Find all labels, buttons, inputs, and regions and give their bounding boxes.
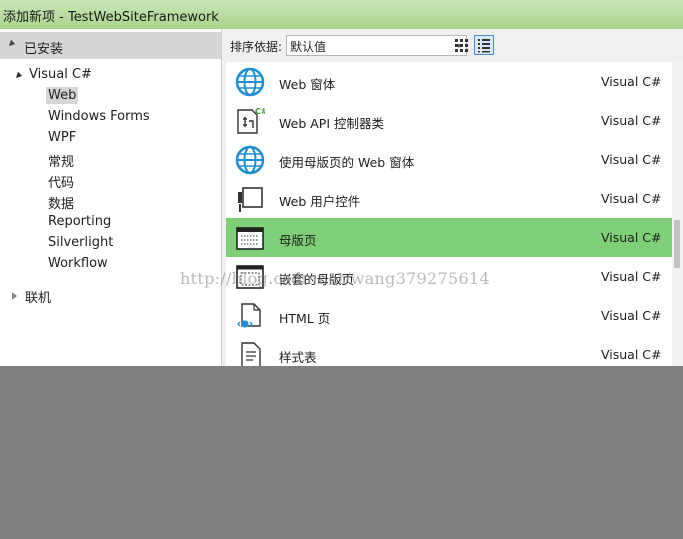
sort-toolbar: 排序依据: 默认值 [222,29,683,60]
tree-item-workflow[interactable]: Workflow [48,256,108,271]
tree-item-general[interactable]: 常规 [48,151,74,170]
item-type: Visual C# [601,152,662,167]
tree-item-label: Visual C# [29,67,92,82]
add-new-item-dialog: 添加新项 - TestWebSiteFramework 已安装 Visual C… [0,0,683,366]
grid-view-icon [455,39,468,52]
list-item[interactable]: 使用母版页的 Web 窗体 Visual C# [226,140,672,179]
scrollbar-thumb[interactable] [674,220,680,268]
tree-item-label: Web [46,87,79,104]
tree-item-web[interactable]: Web [46,87,79,104]
item-name: Web API 控制器类 [279,116,384,131]
item-type: Visual C# [601,191,662,206]
tree-item-data[interactable]: 数据 [48,193,74,212]
tree-item-wpf[interactable]: WPF [48,130,76,145]
collapse-arrow-icon[interactable] [12,292,17,300]
list-item[interactable]: C# Web API 控制器类 Visual C# [226,101,672,140]
item-type: Visual C# [601,347,662,362]
item-name: Web 窗体 [279,77,336,92]
installed-label: 已安装 [24,42,64,57]
item-type: Visual C# [601,308,662,323]
grid-view-button[interactable] [451,35,471,55]
list-view-icon [478,39,490,53]
item-name: 使用母版页的 Web 窗体 [279,155,415,170]
tree-item-label: Workflow [48,256,108,271]
tree-item-label: 数据 [48,197,75,212]
globe-icon [235,67,265,97]
globe-icon [235,145,265,175]
tree-item-silverlight[interactable]: Silverlight [48,235,113,250]
list-scrollbar[interactable] [672,62,683,366]
tree-item-windows-forms[interactable]: Windows Forms [48,109,150,124]
list-item[interactable]: HTML 页 Visual C# [226,296,672,335]
expand-arrow-icon[interactable] [13,71,23,81]
user-control-icon [238,187,263,212]
list-item-selected[interactable]: 母版页 Visual C# [226,218,672,257]
item-type: Visual C# [601,113,662,128]
window-title: 添加新项 - TestWebSiteFramework [3,10,219,25]
sort-value: 默认值 [290,40,327,54]
tree-item-label: 常规 [48,155,75,170]
list-item[interactable]: 样式表 Visual C# [226,335,672,366]
item-name: 母版页 [279,233,317,248]
tree-item-online[interactable]: 联机 [25,287,51,306]
list-view-button[interactable] [474,35,494,55]
html-page-icon [237,303,261,328]
tree-item-label: Windows Forms [48,109,150,124]
item-name: Web 用户控件 [279,194,361,209]
tree-item-label: 代码 [48,176,75,191]
tree-item-label: WPF [48,130,77,145]
watermark: http://blog.csdn.net/wang379275614 [180,269,490,288]
expand-arrow-icon[interactable] [6,39,16,49]
tree-item-visual-csharp[interactable]: Visual C# [29,67,92,82]
tree-item-label: 联机 [25,291,52,306]
master-page-icon [236,227,264,250]
title-bar[interactable]: 添加新项 - TestWebSiteFramework [0,0,683,29]
category-tree: 已安装 Visual C# Web Windows Forms WPF 常规 代… [0,29,222,366]
list-item[interactable]: Web 窗体 Visual C# [226,62,672,101]
tree-item-label: Reporting [48,214,112,229]
sort-dropdown[interactable]: 默认值 [286,35,467,56]
item-type: Visual C# [601,269,662,284]
svg-text:C#: C# [255,107,265,116]
item-type: Visual C# [601,74,662,89]
item-name: 样式表 [279,350,317,365]
item-name: HTML 页 [279,311,331,326]
tree-item-label: Silverlight [48,235,114,250]
list-item[interactable]: Web 用户控件 Visual C# [226,179,672,218]
stylesheet-icon [241,342,261,366]
template-list: Web 窗体 Visual C# C# Web API 控制器类 Visual … [226,62,672,366]
installed-header[interactable]: 已安装 [0,32,221,59]
tree-item-reporting[interactable]: Reporting [48,214,111,229]
item-type: Visual C# [601,230,662,245]
api-controller-icon: C# [237,107,265,134]
sort-label: 排序依据: [230,40,283,54]
tree-item-code[interactable]: 代码 [48,172,74,191]
